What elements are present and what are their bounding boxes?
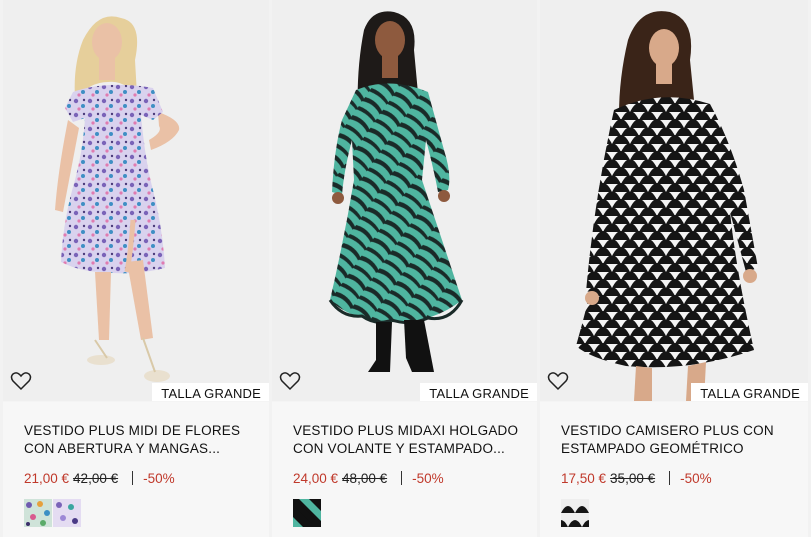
price-divider (669, 471, 671, 485)
price-row: 24,00 €48,00 € -50% (293, 470, 444, 488)
product-grid: TALLA GRANDE VESTIDO PLUS MIDI DE FLORES… (0, 0, 811, 537)
price-row: 17,50 €35,00 € -50% (561, 470, 712, 488)
size-badge: TALLA GRANDE (420, 383, 537, 401)
price-row: 21,00 €42,00 € -50% (24, 470, 175, 488)
product-image[interactable]: TALLA GRANDE (540, 0, 808, 401)
size-badge: TALLA GRANDE (152, 383, 269, 401)
title-line-2: ESTAMPADO GEOMÉTRICO (561, 441, 744, 456)
floral-lilac-swatch[interactable] (53, 499, 81, 527)
color-swatches (554, 499, 596, 527)
heart-icon[interactable] (547, 371, 569, 391)
product-card[interactable]: TALLA GRANDE VESTIDO PLUS MIDAXI HOLGADO… (272, 0, 537, 537)
discount-label: -50% (680, 471, 712, 486)
size-badge: TALLA GRANDE (691, 383, 808, 401)
heart-icon[interactable] (279, 371, 301, 391)
product-card[interactable]: TALLA GRANDE VESTIDO CAMISERO PLUS CON E… (540, 0, 808, 537)
product-title[interactable]: VESTIDO PLUS MIDAXI HOLGADO CON VOLANTE … (293, 422, 528, 458)
current-price: 17,50 € (561, 471, 607, 486)
price-divider (132, 471, 134, 485)
floral-multicolor-swatch[interactable] (24, 499, 52, 527)
product-image[interactable]: TALLA GRANDE (272, 0, 537, 401)
price-divider (401, 471, 403, 485)
color-swatches (293, 499, 322, 527)
title-line-2: CON VOLANTE Y ESTAMPADO... (293, 441, 505, 456)
discount-label: -50% (412, 471, 444, 486)
product-info: VESTIDO PLUS MIDAXI HOLGADO CON VOLANTE … (272, 402, 537, 537)
color-swatches (24, 499, 82, 527)
product-image[interactable]: TALLA GRANDE (3, 0, 269, 401)
original-price: 42,00 € (73, 471, 119, 486)
product-title[interactable]: VESTIDO PLUS MIDI DE FLORES CON ABERTURA… (24, 422, 259, 458)
product-info: VESTIDO PLUS MIDI DE FLORES CON ABERTURA… (3, 402, 269, 537)
black-geometric-swatch[interactable] (554, 499, 596, 527)
heart-icon[interactable] (10, 371, 32, 391)
current-price: 24,00 € (293, 471, 339, 486)
discount-label: -50% (143, 471, 175, 486)
product-info: VESTIDO CAMISERO PLUS CON ESTAMPADO GEOM… (540, 402, 808, 537)
product-card[interactable]: TALLA GRANDE VESTIDO PLUS MIDI DE FLORES… (3, 0, 269, 537)
green-zebra-swatch[interactable] (293, 499, 321, 527)
title-line-1: VESTIDO PLUS MIDAXI HOLGADO (293, 423, 519, 438)
title-line-2: CON ABERTURA Y MANGAS... (24, 441, 221, 456)
title-line-1: VESTIDO CAMISERO PLUS CON (561, 423, 774, 438)
title-line-1: VESTIDO PLUS MIDI DE FLORES (24, 423, 241, 438)
product-title[interactable]: VESTIDO CAMISERO PLUS CON ESTAMPADO GEOM… (561, 422, 796, 458)
original-price: 48,00 € (342, 471, 388, 486)
current-price: 21,00 € (24, 471, 70, 486)
original-price: 35,00 € (610, 471, 656, 486)
